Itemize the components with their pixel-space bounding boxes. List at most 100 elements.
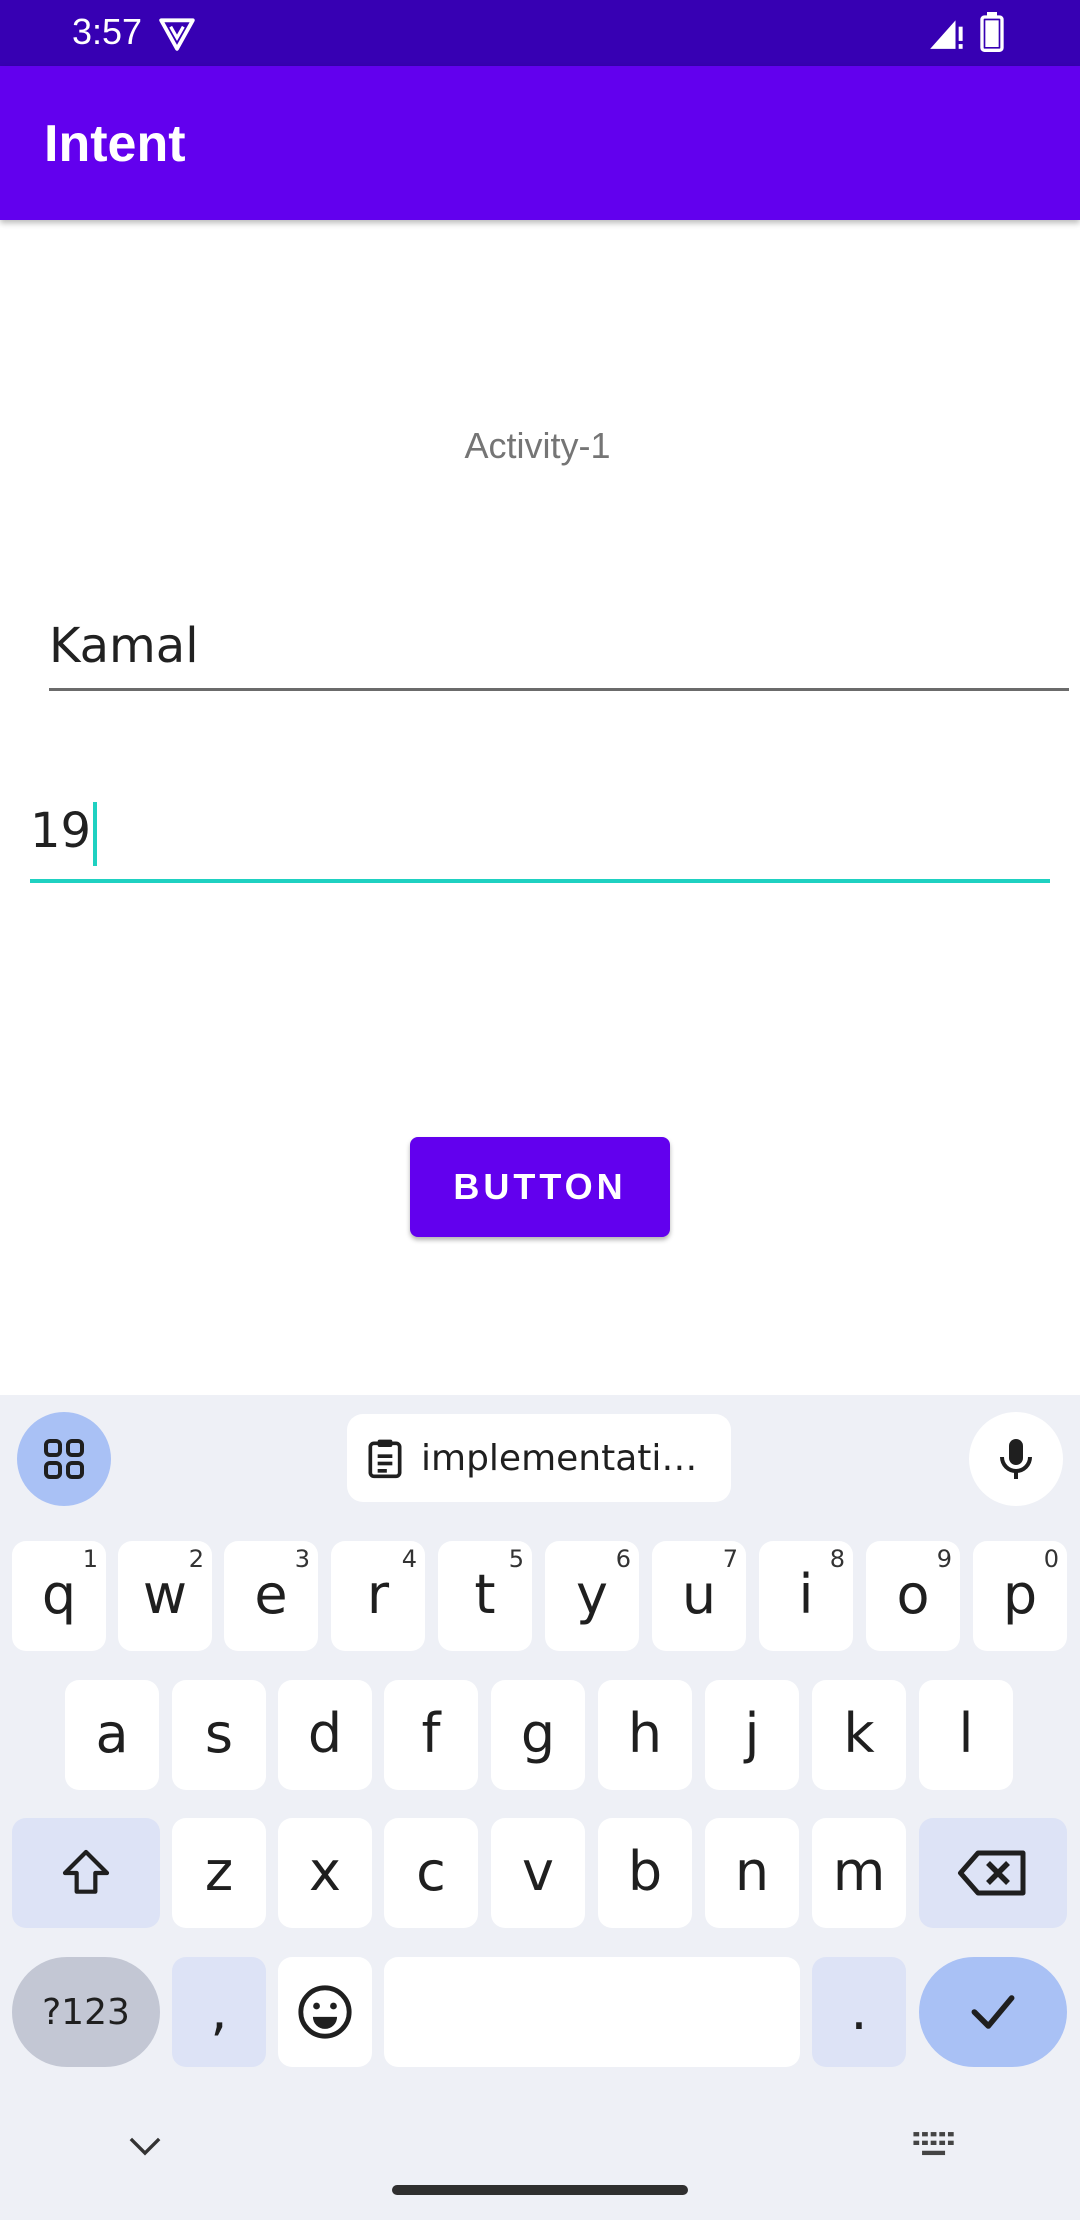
key-v[interactable]: v — [491, 1818, 585, 1928]
key-hint: 7 — [722, 1545, 738, 1573]
key-label: d — [307, 1701, 343, 1765]
key-m[interactable]: m — [812, 1818, 906, 1928]
key-t[interactable]: t5 — [438, 1541, 532, 1651]
text-cursor — [93, 802, 98, 866]
key-y[interactable]: y6 — [545, 1541, 639, 1651]
key-s[interactable]: s — [172, 1680, 266, 1790]
key-label: w — [142, 1562, 188, 1626]
key-label: z — [204, 1839, 234, 1903]
app-bar: Intent — [0, 66, 1080, 220]
key-f[interactable]: f — [384, 1680, 478, 1790]
key-label: e — [254, 1562, 288, 1626]
checkmark-icon — [971, 1995, 1015, 2029]
key-r[interactable]: r4 — [331, 1541, 425, 1651]
key-label: u — [681, 1562, 717, 1626]
key-z[interactable]: z — [172, 1818, 266, 1928]
key-w[interactable]: w2 — [118, 1541, 212, 1651]
key-p[interactable]: p0 — [973, 1541, 1067, 1651]
symbols-key-label: ?123 — [42, 1991, 130, 2033]
age-input-value: 19 — [30, 803, 92, 859]
app-title: Intent — [44, 115, 186, 173]
key-label: a — [95, 1701, 129, 1765]
home-indicator[interactable] — [392, 2185, 688, 2195]
key-d[interactable]: d — [278, 1680, 372, 1790]
name-input-value: Kamal — [49, 618, 199, 674]
key-label: c — [416, 1839, 446, 1903]
key-e[interactable]: e3 — [224, 1541, 318, 1651]
key-label: t — [474, 1562, 496, 1626]
key-label: f — [421, 1701, 441, 1765]
clipboard-suggestion-text: implementati… — [421, 1437, 698, 1479]
key-hint: 4 — [401, 1545, 417, 1573]
emoji-key[interactable] — [278, 1957, 372, 2067]
space-key[interactable] — [384, 1957, 800, 2067]
key-label: i — [798, 1562, 814, 1626]
key-label: g — [520, 1701, 556, 1765]
key-label: n — [734, 1839, 770, 1903]
key-label: o — [896, 1562, 930, 1626]
key-o[interactable]: o9 — [866, 1541, 960, 1651]
backspace-key[interactable] — [919, 1818, 1067, 1928]
key-h[interactable]: h — [598, 1680, 692, 1790]
key-label: s — [204, 1701, 234, 1765]
period-key-label: . — [850, 1978, 868, 2042]
submit-button[interactable]: BUTTON — [410, 1137, 670, 1237]
key-k[interactable]: k — [812, 1680, 906, 1790]
name-input[interactable]: Kamal — [49, 610, 1069, 691]
period-key[interactable]: . — [812, 1957, 906, 2067]
backspace-icon — [958, 1850, 1026, 1896]
emoji-icon — [298, 1985, 352, 2039]
comma-key[interactable]: , — [172, 1957, 266, 2067]
voice-input-button[interactable] — [969, 1412, 1063, 1506]
key-label: q — [41, 1562, 77, 1626]
key-label: y — [576, 1562, 608, 1626]
soft-keyboard: implementati… q1 w2 e3 r4 t5 y6 u7 i8 o9… — [0, 1395, 1080, 2220]
key-hint: 9 — [936, 1545, 952, 1573]
key-c[interactable]: c — [384, 1818, 478, 1928]
key-g[interactable]: g — [491, 1680, 585, 1790]
done-key[interactable] — [919, 1957, 1067, 2067]
clipboard-suggestion[interactable]: implementati… — [347, 1414, 731, 1502]
key-u[interactable]: u7 — [652, 1541, 746, 1651]
key-label: v — [522, 1839, 554, 1903]
key-label: r — [366, 1562, 390, 1626]
key-label: k — [843, 1701, 875, 1765]
key-n[interactable]: n — [705, 1818, 799, 1928]
key-j[interactable]: j — [705, 1680, 799, 1790]
key-label: x — [309, 1839, 341, 1903]
key-q[interactable]: q1 — [12, 1541, 106, 1651]
status-bar: 3:57 — [0, 0, 1080, 66]
key-hint: 8 — [829, 1545, 845, 1573]
key-label: j — [744, 1701, 760, 1765]
key-label: p — [1002, 1562, 1038, 1626]
key-hint: 2 — [188, 1545, 204, 1573]
key-label: l — [958, 1701, 974, 1765]
activity-label: Activity-1 — [464, 425, 611, 466]
key-l[interactable]: l — [919, 1680, 1013, 1790]
key-hint: 1 — [82, 1545, 98, 1573]
key-hint: 0 — [1043, 1545, 1059, 1573]
key-b[interactable]: b — [598, 1818, 692, 1928]
key-a[interactable]: a — [65, 1680, 159, 1790]
keyboard-icon[interactable] — [912, 2130, 958, 2160]
key-label: b — [627, 1839, 663, 1903]
key-hint: 5 — [508, 1545, 524, 1573]
clipboard-icon — [368, 1439, 402, 1479]
microphone-icon — [1000, 1439, 1032, 1479]
signal-icon — [930, 20, 963, 49]
key-x[interactable]: x — [278, 1818, 372, 1928]
age-input[interactable]: 19 — [30, 795, 1050, 883]
chevron-down-icon[interactable] — [128, 2135, 162, 2157]
key-hint: 6 — [615, 1545, 631, 1573]
shift-icon — [62, 1849, 110, 1894]
status-time: 3:57 — [72, 11, 143, 52]
key-label: m — [832, 1839, 886, 1903]
key-label: h — [627, 1701, 663, 1765]
age-input-text: 19 — [30, 801, 98, 866]
keyboard-apps-button[interactable] — [17, 1412, 111, 1506]
grid-icon — [44, 1439, 84, 1479]
key-i[interactable]: i8 — [759, 1541, 853, 1651]
shift-key[interactable] — [12, 1818, 160, 1928]
key-hint: 3 — [294, 1545, 310, 1573]
symbols-key[interactable]: ?123 — [12, 1957, 160, 2067]
